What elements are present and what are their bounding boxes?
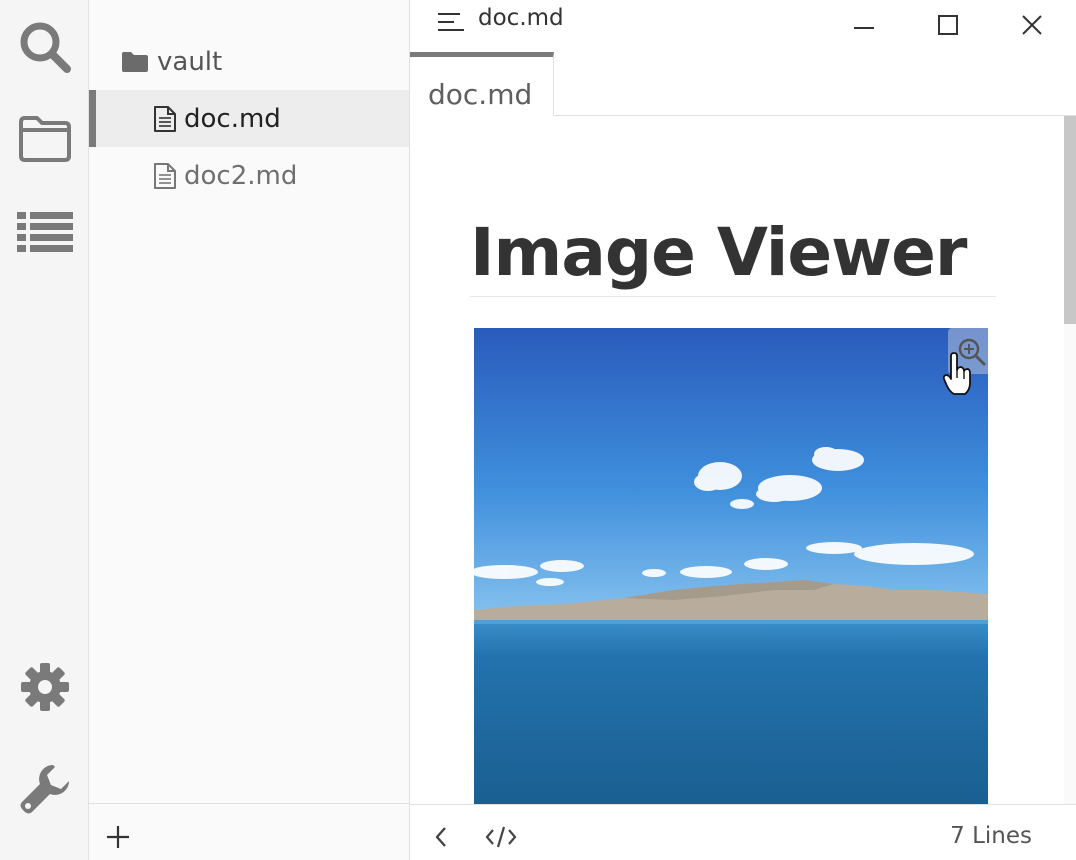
settings-gear-icon[interactable]: [0, 660, 89, 714]
code-icon: [485, 826, 517, 848]
window-title: doc.md: [478, 5, 564, 31]
minimize-button[interactable]: [847, 8, 881, 42]
document-content[interactable]: Image Viewer: [410, 116, 1076, 804]
file-icon: [153, 105, 177, 133]
maximize-icon: [938, 15, 958, 35]
folder-icon[interactable]: [0, 112, 89, 164]
back-button[interactable]: [430, 823, 452, 851]
titlebar: doc.md: [410, 0, 1076, 52]
file-explorer: vault doc.md doc2.md: [89, 0, 410, 860]
landscape-image: [474, 328, 988, 804]
search-icon[interactable]: [0, 20, 89, 74]
tab-label: doc.md: [428, 78, 533, 111]
outline-list-icon[interactable]: [0, 206, 89, 258]
file-label: doc2.md: [184, 160, 298, 191]
hand-cursor-icon: [942, 352, 971, 395]
close-button[interactable]: [1015, 8, 1049, 42]
status-bar: 7 Lines: [410, 804, 1076, 860]
document-heading-block: Image Viewer: [470, 213, 996, 297]
chevron-left-icon: [435, 827, 446, 847]
file-icon: [153, 162, 177, 190]
minimize-icon: [854, 27, 874, 29]
vault-folder[interactable]: vault: [89, 33, 409, 90]
tab-doc-md[interactable]: doc.md: [410, 52, 554, 116]
file-item-doc2[interactable]: doc2.md: [89, 147, 409, 204]
close-icon: [1022, 15, 1042, 35]
plus-icon: [107, 826, 129, 848]
menu-icon[interactable]: [436, 9, 466, 39]
scrollbar-thumb[interactable]: [1064, 116, 1076, 324]
add-file-button[interactable]: [103, 822, 133, 852]
folder-icon: [121, 51, 149, 73]
source-mode-button[interactable]: [484, 823, 518, 851]
vault-label: vault: [157, 46, 223, 77]
line-count: 7 Lines: [950, 823, 1032, 849]
file-label: doc.md: [184, 103, 281, 134]
document-heading: Image Viewer: [470, 214, 967, 291]
tab-strip: doc.md: [410, 52, 1076, 116]
activity-bar: [0, 0, 89, 860]
file-item-doc[interactable]: doc.md: [89, 90, 409, 147]
sidebar-footer: [89, 803, 409, 860]
wrench-icon[interactable]: [0, 760, 89, 818]
editor-area: doc.md doc.md Image Viewer 7 Lines: [410, 0, 1076, 860]
embedded-image[interactable]: [474, 328, 988, 804]
maximize-button[interactable]: [931, 8, 965, 42]
